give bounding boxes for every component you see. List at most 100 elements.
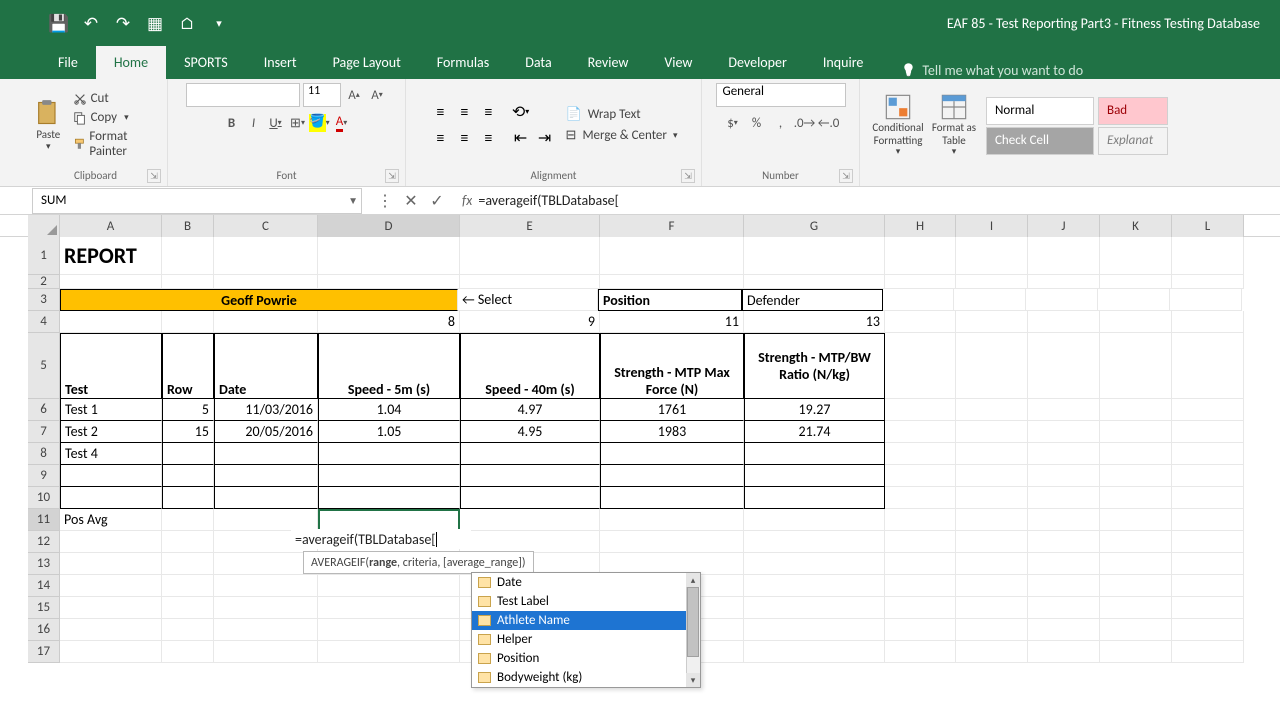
dedent-icon[interactable]: ⇤ — [510, 128, 532, 148]
format-painter-button[interactable]: Format Painter — [73, 129, 161, 159]
row-header-7[interactable]: 7 — [28, 421, 60, 443]
col-header-k[interactable]: K — [1100, 215, 1172, 237]
ac-item-position[interactable]: Position — [472, 649, 700, 668]
cell-c1[interactable] — [214, 237, 318, 275]
row-header-11[interactable]: 11 — [28, 509, 60, 531]
ac-item-bodyweight[interactable]: Bodyweight (kg) — [472, 668, 700, 687]
style-explanatory[interactable]: Explanat — [1098, 127, 1168, 155]
decrease-font-icon[interactable]: A▾ — [367, 85, 387, 105]
cell-f1[interactable] — [600, 237, 744, 275]
format-as-table-button[interactable]: Format as Table▾ — [926, 93, 982, 158]
name-box-dropdown-icon[interactable]: ▼ — [348, 194, 358, 207]
cell-edit-overlay[interactable]: =averageif(TBLDatabase[ — [291, 529, 471, 549]
row-header-9[interactable]: 9 — [28, 465, 60, 487]
increase-decimal-icon[interactable]: .0→ — [795, 113, 815, 133]
tab-page-layout[interactable]: Page Layout — [315, 46, 419, 79]
alignment-dialog-icon[interactable]: ⇲ — [681, 169, 695, 183]
decrease-decimal-icon[interactable]: ←.0 — [819, 113, 839, 133]
cancel-icon[interactable]: ✕ — [402, 192, 420, 210]
ac-item-helper[interactable]: Helper — [472, 630, 700, 649]
increase-font-icon[interactable]: A▴ — [344, 85, 364, 105]
scroll-down-icon[interactable]: ▾ — [686, 673, 700, 687]
paste-dropdown-icon[interactable]: ▾ — [46, 141, 51, 152]
wrap-text-button[interactable]: 📄Wrap Text — [566, 107, 678, 122]
cut-button[interactable]: Cut — [73, 91, 161, 106]
ac-item-athlete-name[interactable]: Athlete Name — [472, 611, 700, 630]
row-header-4[interactable]: 4 — [28, 311, 60, 333]
scroll-thumb[interactable] — [687, 587, 699, 657]
cell-e1[interactable] — [460, 237, 600, 275]
number-dialog-icon[interactable]: ⇲ — [839, 169, 853, 183]
row-header-8[interactable]: 8 — [28, 443, 60, 465]
row-header-6[interactable]: 6 — [28, 399, 60, 421]
merge-center-button[interactable]: ⊟Merge & Center▾ — [566, 128, 678, 143]
copy-button[interactable]: Copy▾ — [73, 110, 161, 125]
home-icon[interactable]: ⌂ — [178, 14, 196, 32]
clipboard-dialog-icon[interactable]: ⇲ — [147, 169, 161, 183]
autocomplete-scrollbar[interactable]: ▴ ▾ — [686, 573, 700, 687]
col-header-f[interactable]: F — [600, 215, 744, 237]
position-label[interactable]: Position — [598, 289, 742, 311]
save-icon[interactable]: 💾 — [50, 14, 68, 32]
position-value[interactable]: Defender — [742, 289, 883, 311]
tab-formulas[interactable]: Formulas — [419, 46, 507, 79]
tab-home[interactable]: Home — [96, 46, 166, 79]
bold-button[interactable]: B — [222, 113, 242, 133]
athlete-name-cell[interactable]: Geoff Powrie — [60, 289, 458, 311]
tell-me-input[interactable]: Tell me what you want to do — [901, 62, 1083, 79]
indent-icon[interactable]: ⇥ — [534, 128, 556, 148]
tab-developer[interactable]: Developer — [710, 46, 804, 79]
name-box[interactable]: SUM ▼ — [32, 188, 362, 214]
comma-icon[interactable]: , — [771, 113, 791, 133]
ac-item-test-label[interactable]: Test Label — [472, 592, 700, 611]
select-all-button[interactable] — [28, 215, 60, 237]
select-hint[interactable]: ← Select — [458, 289, 598, 311]
font-dialog-icon[interactable]: ⇲ — [385, 169, 399, 183]
cell-b1[interactable] — [162, 237, 214, 275]
cell-a11[interactable]: Pos Avg — [60, 509, 162, 531]
cell-d11-editing[interactable] — [318, 509, 460, 531]
tab-inquire[interactable]: Inquire — [805, 46, 881, 79]
col-header-j[interactable]: J — [1028, 215, 1100, 237]
style-bad[interactable]: Bad — [1098, 97, 1168, 125]
ac-item-date[interactable]: Date — [472, 573, 700, 592]
align-middle-icon[interactable]: ≡ — [454, 102, 476, 122]
conditional-formatting-button[interactable]: Conditional Formatting▾ — [870, 93, 926, 158]
align-left-icon[interactable]: ≡ — [430, 128, 452, 148]
row-header-2[interactable]: 2 — [28, 275, 60, 289]
redo-icon[interactable]: ↷ — [114, 14, 132, 32]
enter-icon[interactable]: ✓ — [428, 192, 446, 210]
row-header-10[interactable]: 10 — [28, 487, 60, 509]
col-header-d[interactable]: D — [318, 215, 460, 237]
font-color-button[interactable]: A▾ — [332, 113, 352, 133]
cell-d1[interactable] — [318, 237, 460, 275]
paste-button[interactable]: Paste ▾ — [30, 98, 67, 152]
cell-g1[interactable] — [744, 237, 885, 275]
col-header-i[interactable]: I — [956, 215, 1028, 237]
col-header-a[interactable]: A — [60, 215, 162, 237]
align-right-icon[interactable]: ≡ — [478, 128, 500, 148]
tab-sports[interactable]: SPORTS — [166, 46, 246, 79]
style-normal[interactable]: Normal — [986, 97, 1094, 125]
orientation-icon[interactable]: ⟲▾ — [510, 102, 532, 122]
formula-input[interactable] — [472, 188, 1280, 214]
align-top-icon[interactable]: ≡ — [430, 102, 452, 122]
style-check-cell[interactable]: Check Cell — [986, 127, 1094, 155]
font-size-input[interactable]: 11 — [303, 83, 341, 107]
tab-review[interactable]: Review — [570, 46, 647, 79]
fx-icon[interactable]: fx — [462, 192, 472, 209]
align-bottom-icon[interactable]: ≡ — [478, 102, 500, 122]
row-header-3[interactable]: 3 — [28, 289, 60, 311]
col-header-h[interactable]: H — [885, 215, 956, 237]
percent-icon[interactable]: % — [747, 113, 767, 133]
edit-icon[interactable]: ⋮ — [376, 192, 394, 210]
col-header-g[interactable]: G — [744, 215, 885, 237]
accounting-icon[interactable]: $▾ — [723, 113, 743, 133]
qat-icon-1[interactable]: ▦ — [146, 14, 164, 32]
fill-color-button[interactable]: 🪣▾ — [310, 113, 330, 133]
tab-insert[interactable]: Insert — [246, 46, 315, 79]
number-format-input[interactable]: General — [716, 83, 846, 107]
col-header-l[interactable]: L — [1172, 215, 1244, 237]
row-header-5[interactable]: 5 — [28, 333, 60, 399]
font-name-input[interactable] — [186, 83, 300, 107]
